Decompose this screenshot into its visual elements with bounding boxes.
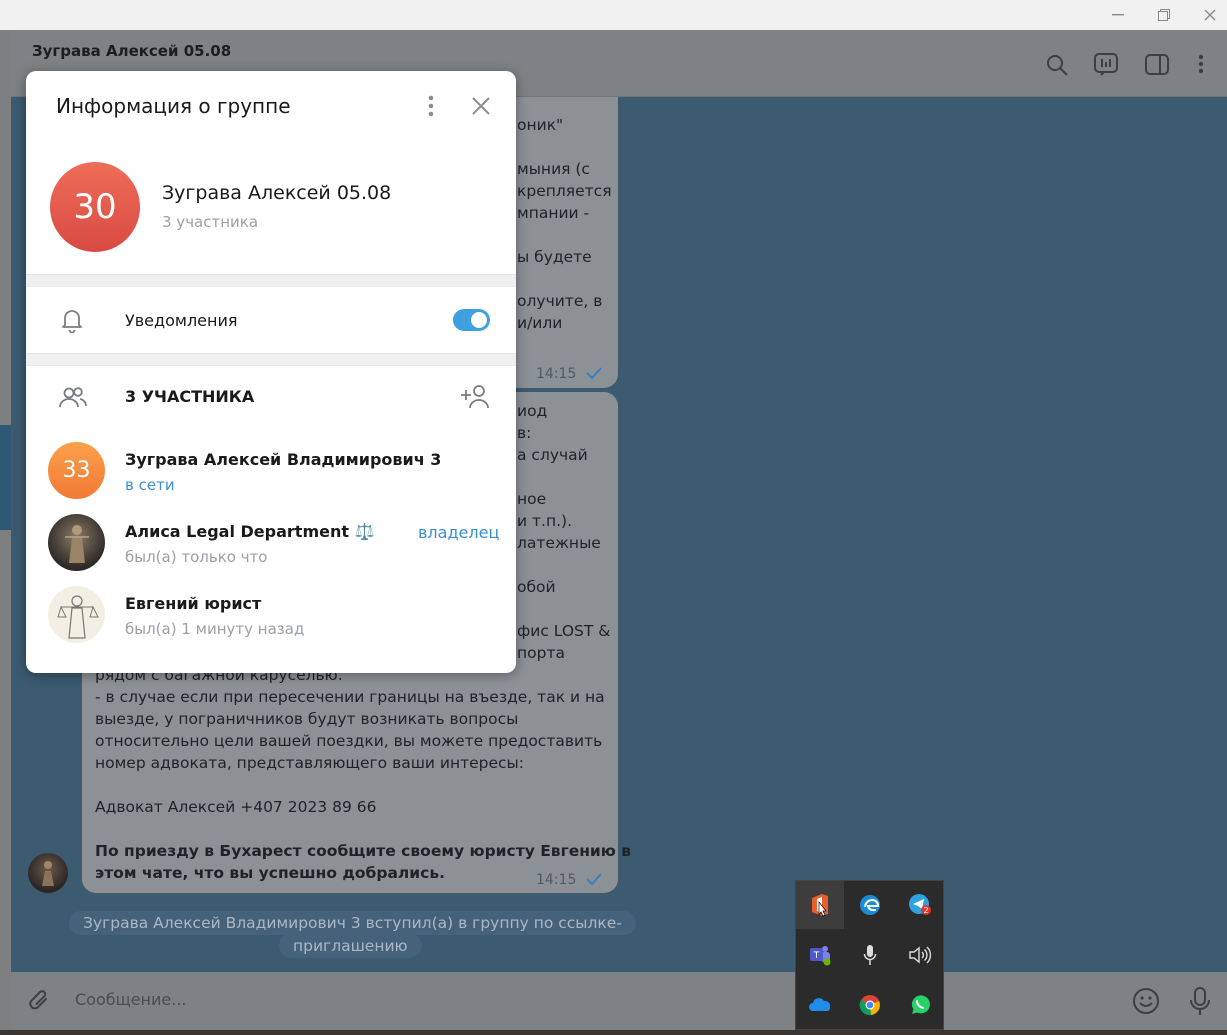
sent-check-icon xyxy=(586,367,602,379)
section-divider xyxy=(26,274,516,287)
message-time: 14:15 xyxy=(536,872,577,888)
message-line xyxy=(517,136,612,158)
message-line: фис LOST & xyxy=(517,622,611,640)
message-line: По приезду в Бухарест сообщите своему юр… xyxy=(95,842,632,860)
window-titlebar xyxy=(0,0,1227,30)
attach-icon[interactable] xyxy=(27,988,53,1014)
member-avatar[interactable] xyxy=(48,514,105,571)
message-line: обой xyxy=(517,578,556,596)
message-line xyxy=(95,818,605,840)
chat-title[interactable]: Зугрaва Алексей 05.08 xyxy=(32,42,231,60)
notifications-label: Уведомления xyxy=(125,311,238,330)
microphone-icon[interactable] xyxy=(1187,986,1213,1018)
owner-badge: владелец xyxy=(418,523,500,542)
polls-icon[interactable] xyxy=(1093,51,1121,79)
edge-icon[interactable] xyxy=(846,881,894,929)
whatsapp-icon[interactable] xyxy=(896,981,944,1029)
member-status: в сети xyxy=(125,476,175,494)
office-icon[interactable] xyxy=(796,881,844,929)
system-message: приглашению xyxy=(279,934,422,958)
message-line: мпании - xyxy=(517,204,590,222)
telegram-badge: 2 xyxy=(923,906,928,915)
message-line: латежные xyxy=(517,534,601,552)
message-line xyxy=(517,554,610,576)
message-line xyxy=(517,224,612,246)
dialog-title: Информация о группе xyxy=(56,94,291,118)
message-line: ы будете xyxy=(517,248,592,266)
group-avatar-text: 30 xyxy=(73,187,117,227)
message-line: мыния (с xyxy=(517,160,590,178)
members-icon xyxy=(59,387,87,408)
restore-icon[interactable] xyxy=(1141,0,1187,30)
teams-icon[interactable]: T xyxy=(796,931,844,979)
message-line: в: xyxy=(517,424,532,442)
message-line: олучите, в xyxy=(517,292,603,310)
message-line: и/или xyxy=(517,314,563,332)
more-vert-icon[interactable] xyxy=(1189,51,1217,79)
members-header: 3 УЧАСТНИКА xyxy=(125,387,255,406)
sent-check-icon xyxy=(586,873,602,885)
section-divider xyxy=(26,353,516,366)
message-line xyxy=(517,268,612,290)
close-icon[interactable] xyxy=(469,94,493,118)
close-icon[interactable] xyxy=(1187,0,1227,30)
message-text: оник" мыния (с крепляется мпании - ы будете о… xyxy=(517,114,612,334)
microphone-icon[interactable] xyxy=(846,931,894,979)
selected-dialog-marker xyxy=(0,425,11,530)
search-icon[interactable] xyxy=(1044,52,1072,80)
member-avatar[interactable] xyxy=(48,586,105,643)
toggle-knob xyxy=(471,312,487,328)
message-line: ное xyxy=(517,490,547,508)
svg-text:T: T xyxy=(813,951,820,961)
message-line: порта xyxy=(517,644,565,662)
member-status: был(а) только что xyxy=(125,548,268,566)
message-line: оник" xyxy=(517,116,564,134)
bell-icon xyxy=(62,310,82,334)
message-input[interactable]: Сообщение... xyxy=(75,990,187,1009)
minimize-icon[interactable] xyxy=(1095,0,1141,30)
message-line: относительно цели вашей поездки, вы може… xyxy=(95,732,603,750)
member-avatar-text: 33 xyxy=(62,458,91,483)
member-name[interactable]: Зугрaва Алексей Владимирович 3 xyxy=(125,450,441,469)
system-tray-overflow: 2 T xyxy=(795,880,944,1030)
message-line xyxy=(517,598,610,620)
emoji-icon[interactable] xyxy=(1131,986,1161,1016)
system-message: Зугрaва Алексей Владимирович 3 вступил(а… xyxy=(69,911,636,935)
message-line: Адвокат Алексей +407 2023 89 66 xyxy=(95,798,377,816)
member-status: был(а) 1 минуту назад xyxy=(125,620,305,638)
message-time: 14:15 xyxy=(536,366,577,382)
onedrive-icon[interactable] xyxy=(796,981,844,1029)
add-member-icon[interactable] xyxy=(460,383,492,409)
group-name: Зугрaва Алексей 05.08 xyxy=(162,182,392,204)
message-line xyxy=(95,774,605,796)
taskbar-edge xyxy=(0,1030,1227,1035)
notifications-toggle[interactable] xyxy=(453,309,490,331)
message-line: иод xyxy=(517,402,548,420)
sidebar-toggle-icon[interactable] xyxy=(1143,51,1171,79)
message-line xyxy=(517,466,610,488)
member-name[interactable]: Евгений юрист xyxy=(125,594,261,613)
message-text: иод в: а случай ное и т.п.). латежные обой фис … xyxy=(517,400,610,664)
message-line: выезде, у пограничников будут возникать … xyxy=(95,710,519,728)
more-vert-icon[interactable] xyxy=(421,93,441,119)
dialogs-panel-edge xyxy=(0,30,11,1035)
chrome-icon[interactable] xyxy=(846,981,894,1029)
message-line: и т.п.). xyxy=(517,512,572,530)
message-line: а случай xyxy=(517,446,588,464)
volume-icon[interactable] xyxy=(896,931,944,979)
message-line: крепляется xyxy=(517,182,612,200)
group-avatar[interactable]: 30 xyxy=(50,162,140,252)
group-info-dialog: Информация о группе 30 Зугрaва Алексей 0… xyxy=(26,71,516,673)
member-count: 3 участника xyxy=(162,213,259,231)
message-text: рядом с багажной каруселью. - в случае ес… xyxy=(95,664,605,840)
telegram-window: Зугрaва Алексей 05.08 оник" мыния (с крепл… xyxy=(0,0,1227,1035)
message-composer: Сообщение... xyxy=(11,972,1227,1030)
member-name[interactable]: Алиса Legal Department ⚖️ xyxy=(125,522,375,541)
sender-avatar[interactable] xyxy=(28,853,68,893)
telegram-icon[interactable]: 2 xyxy=(896,881,944,929)
message-line: номер адвоката, представляющего ваши инт… xyxy=(95,754,525,772)
member-avatar[interactable]: 33 xyxy=(48,442,105,499)
message-line: - в случае если при пересечении границы … xyxy=(95,688,605,706)
